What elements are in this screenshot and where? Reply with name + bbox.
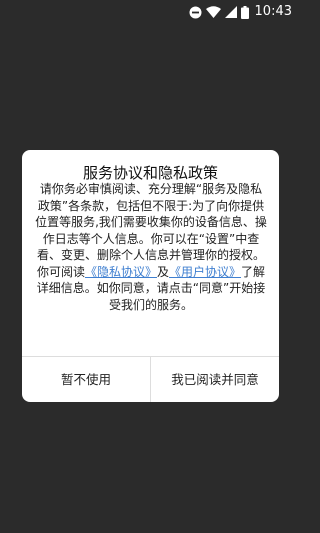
dialog-paragraph: 请你务必审慎阅读、充分理解“服务及隐私政策”各条款，包括但不限于:为了向你提供位…: [35, 182, 267, 262]
privacy-dialog: 服务协议和隐私政策 请你务必审慎阅读、充分理解“服务及隐私政策”各条款，包括但不…: [22, 150, 279, 402]
links-prefix-text: 你可阅读: [36, 264, 85, 279]
status-bar: 10:43: [0, 0, 300, 24]
links-and-text: 及: [156, 264, 169, 279]
do-not-disturb-icon: [189, 6, 202, 19]
status-icons: 10:43: [189, 3, 292, 21]
dialog-body: 请你务必审慎阅读、充分理解“服务及隐私政策”各条款，包括但不限于:为了向你提供位…: [35, 181, 267, 313]
battery-icon: [240, 5, 249, 19]
status-time: 10:43: [254, 4, 292, 19]
agree-button[interactable]: 我已阅读并同意: [151, 357, 279, 402]
wifi-icon: [205, 6, 221, 18]
decline-button[interactable]: 暂不使用: [22, 357, 150, 402]
dialog-title: 服务协议和隐私政策: [82, 164, 218, 182]
user-agreement-link[interactable]: 《用户协议》: [169, 265, 241, 279]
dialog-paragraph-links: 你可阅读《隐私协议》及《用户协议》了解详细信息。如你同意，请点击“同意”开始接受…: [35, 264, 267, 314]
privacy-policy-link[interactable]: 《隐私协议》: [85, 265, 157, 279]
signal-icon: [224, 6, 237, 18]
